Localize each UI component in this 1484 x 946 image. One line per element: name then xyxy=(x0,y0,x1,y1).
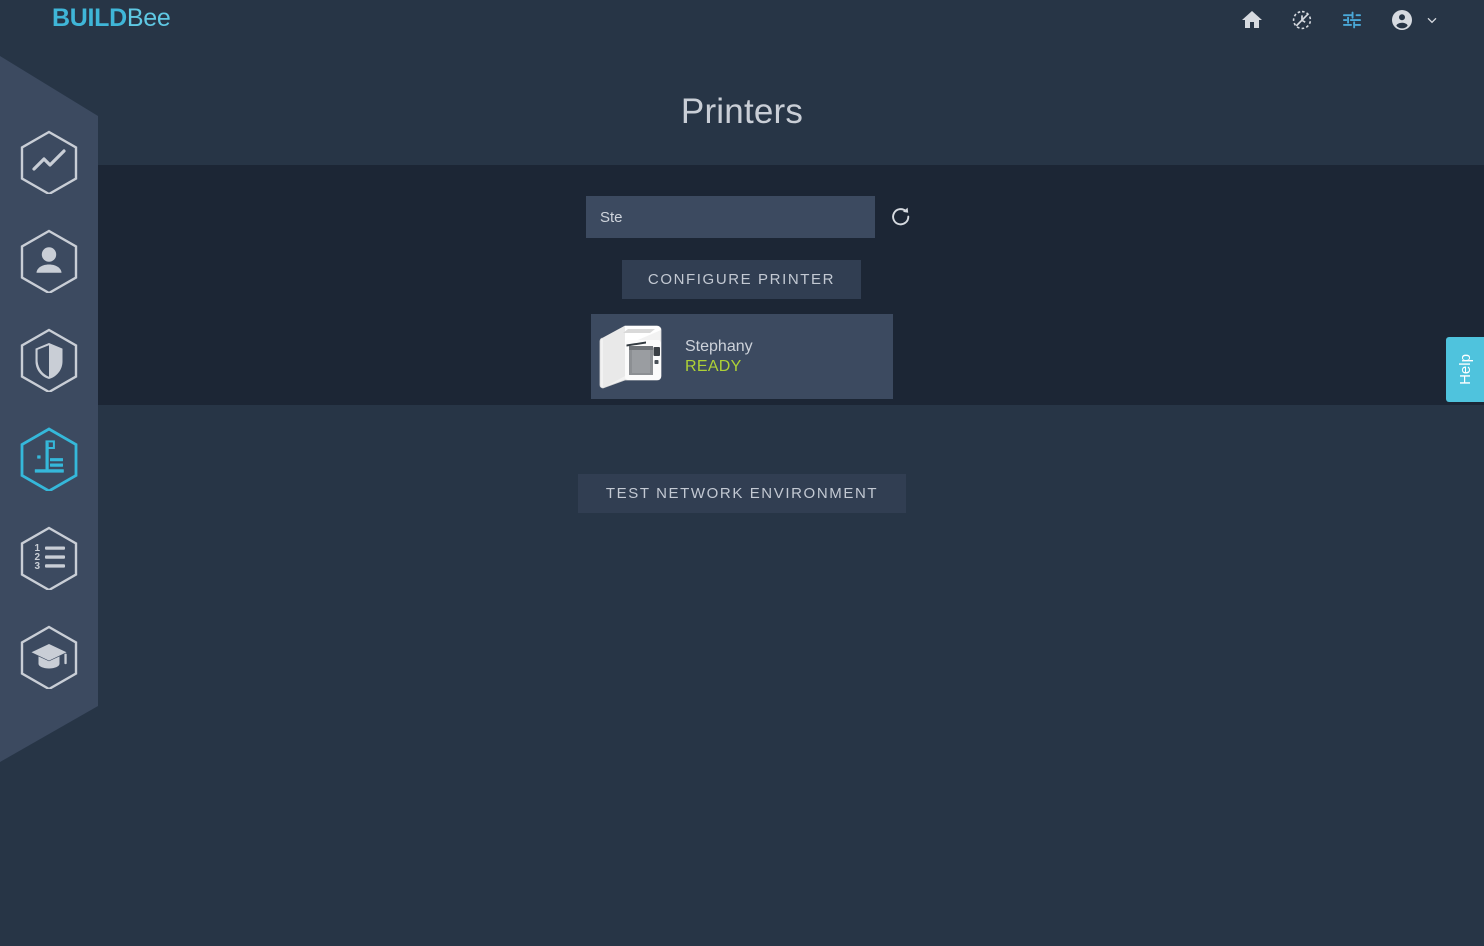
graduation-cap-hex-icon xyxy=(20,625,78,689)
sidebar-item-analytics[interactable] xyxy=(16,128,82,194)
top-header: BUILDBee xyxy=(0,0,1484,40)
printer-search-row xyxy=(586,196,915,238)
sidebar-item-printers[interactable] xyxy=(16,425,82,491)
sidebar-item-learning[interactable] xyxy=(16,623,82,689)
account-circle-icon[interactable] xyxy=(1390,8,1414,32)
help-tab-label: Help xyxy=(1456,354,1474,385)
printer-info: Stephany READY xyxy=(685,337,753,377)
profile-hex-icon xyxy=(20,229,78,293)
search-input[interactable] xyxy=(586,196,875,238)
shield-hex-icon xyxy=(20,328,78,392)
tune-icon[interactable] xyxy=(1340,8,1364,32)
header-icon-group xyxy=(1240,8,1440,32)
sidebar-item-queue[interactable]: 1 2 3 xyxy=(16,524,82,590)
refresh-button[interactable] xyxy=(887,203,915,231)
svg-text:3: 3 xyxy=(35,561,41,572)
printer-hex-icon xyxy=(20,427,78,491)
refresh-icon xyxy=(892,207,910,226)
analytics-hex-icon xyxy=(20,130,78,194)
help-tab[interactable]: Help xyxy=(1446,337,1484,402)
sidebar-item-profile[interactable] xyxy=(16,227,82,293)
printer-thumbnail-icon xyxy=(599,325,662,388)
brand-logo-secondary: Bee xyxy=(126,4,171,32)
brand-logo[interactable]: BUILDBee xyxy=(52,4,171,33)
history-off-icon[interactable] xyxy=(1290,8,1314,32)
left-sidebar: 1 2 3 xyxy=(0,56,98,762)
numbered-list-hex-icon: 1 2 3 xyxy=(20,526,78,590)
app-root: BUILDBee 1 2 3 Printers Ste CONFIGURE PR… xyxy=(0,0,1484,946)
page-title: Printers xyxy=(680,92,804,131)
printer-card[interactable]: Stephany READY xyxy=(591,314,893,399)
configure-printer-button[interactable]: CONFIGURE PRINTER xyxy=(622,260,861,299)
home-icon[interactable] xyxy=(1240,8,1264,32)
sidebar-item-security[interactable] xyxy=(16,326,82,392)
test-network-environment-button[interactable]: TEST NETWORK ENVIRONMENT xyxy=(578,474,906,513)
sidebar-nav: 1 2 3 xyxy=(0,128,98,689)
brand-logo-primary: BUILD xyxy=(52,4,127,32)
printer-status-badge: READY xyxy=(685,357,742,375)
chevron-down-icon[interactable] xyxy=(1424,12,1440,28)
printer-name: Stephany xyxy=(685,337,753,355)
